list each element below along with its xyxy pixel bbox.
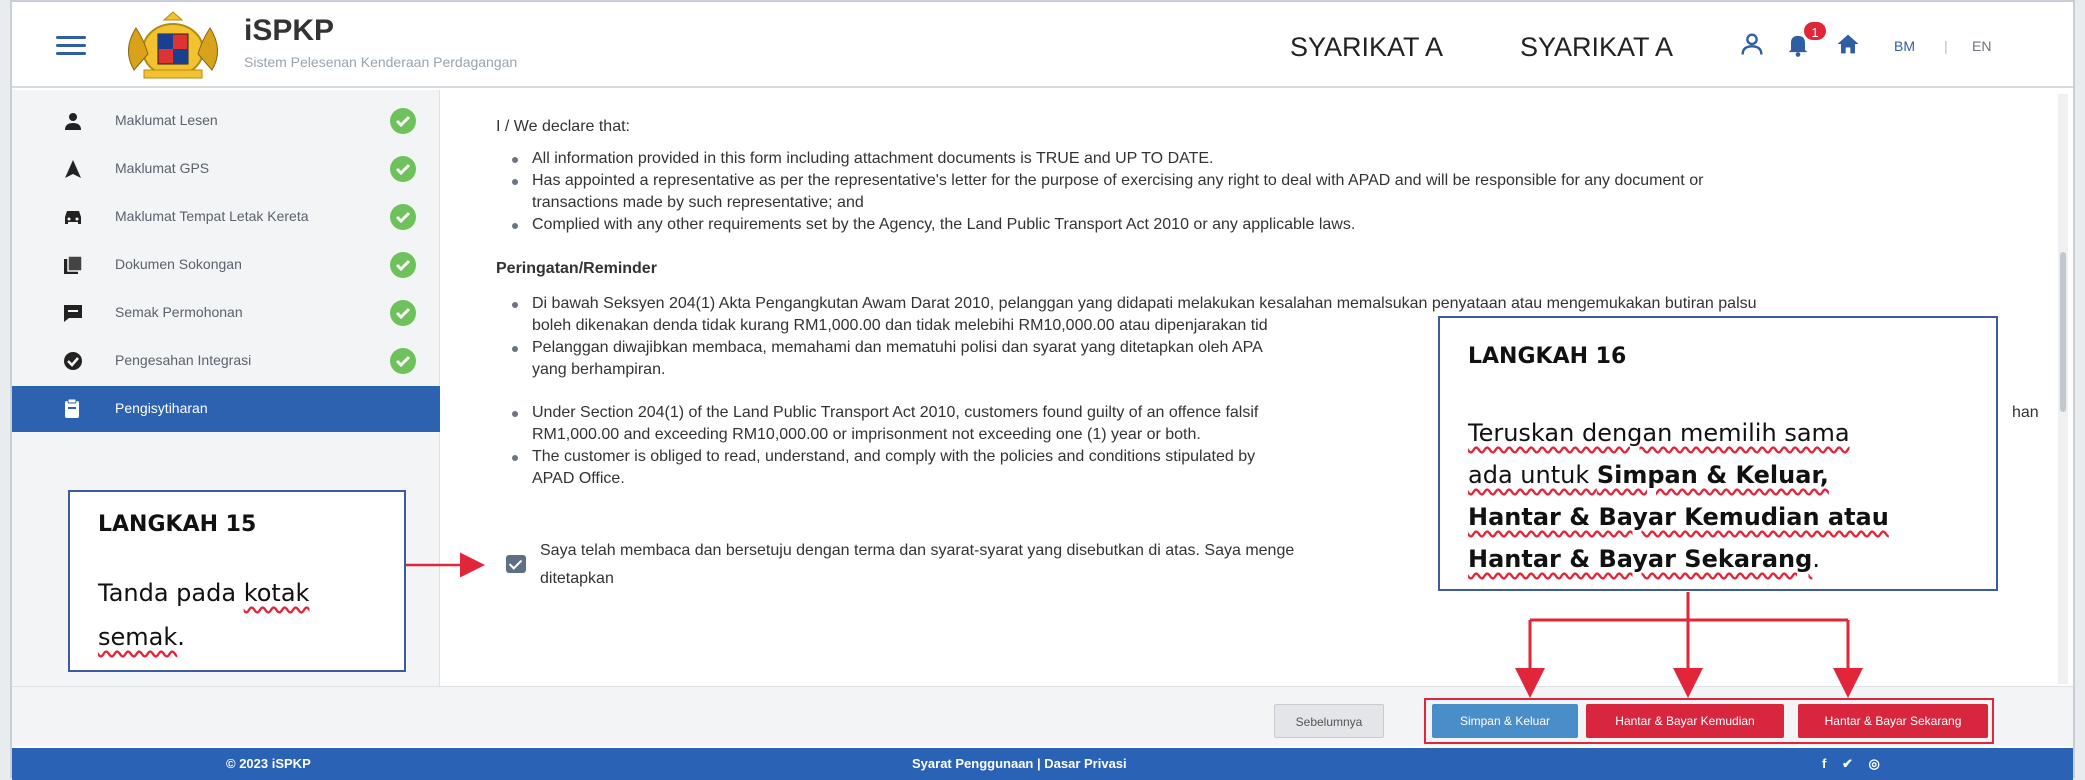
notification-badge: 1	[1802, 20, 1828, 42]
declare-item: Complied with any other requirements set…	[532, 216, 1356, 233]
sidebar-item-label: Pengesahan Integrasi	[115, 352, 252, 368]
home-icon[interactable]	[1834, 30, 1862, 58]
sidebar-item-label: Maklumat Lesen	[115, 112, 218, 128]
lang-separator: |	[1944, 38, 1948, 54]
callout-line: Hantar & Bayar Kemudian atau	[1468, 496, 1889, 538]
callout-body-continued: semak.	[98, 616, 185, 658]
sidebar-item-label: Dokumen Sokongan	[115, 256, 242, 272]
sidebar-item-semak-permohonan[interactable]: Semak Permohonan	[12, 290, 440, 336]
sidebar-item-label: Pengisytiharan	[115, 400, 208, 416]
callout-text-underlined: kotak	[243, 579, 310, 607]
check-circle-icon	[390, 108, 416, 134]
agree-label-continued: ditetapkan	[540, 570, 614, 587]
sidebar-item-label: Maklumat GPS	[115, 160, 210, 176]
company-name-secondary[interactable]: SYARIKAT A	[1520, 32, 1673, 63]
bullet-icon	[512, 157, 518, 163]
scrollbar-thumb[interactable]	[2060, 252, 2066, 412]
agree-checkbox[interactable]	[506, 555, 526, 573]
save-exit-button[interactable]: Simpan & Keluar	[1432, 704, 1578, 738]
reminder-item: Under Section 204(1) of the Land Public …	[532, 404, 1259, 421]
sidebar-item-pengisytiharan[interactable]: Pengisytiharan	[12, 386, 440, 432]
sidebar-item-label: Semak Permohonan	[115, 304, 243, 320]
footer: © 2023 iSPKP Syarat Penggunaan | Dasar P…	[12, 748, 2073, 780]
navigation-icon	[65, 160, 81, 178]
top-header: iSPKP Sistem Pelesenan Kenderaan Perdaga…	[12, 2, 2073, 88]
reminder-item-continued: RM1,000.00 and exceeding RM10,000.00 or …	[532, 426, 1201, 443]
document-icon	[64, 255, 83, 274]
callout-line: Hantar & Bayar Sekarang.	[1468, 538, 1820, 580]
previous-button[interactable]: Sebelumnya	[1274, 704, 1384, 738]
bullet-icon	[512, 346, 518, 352]
declare-item-continued: transactions made by such representative…	[532, 194, 864, 211]
verified-icon	[64, 352, 82, 370]
reminder-item-continued: yang berhampiran.	[532, 361, 666, 378]
sidebar-item-pengesahan-integrasi[interactable]: Pengesahan Integrasi	[12, 338, 440, 384]
step-15-callout: LANGKAH 15 Tanda pada kotak semak.	[68, 490, 406, 672]
reminder-item-continued: APAD Office.	[532, 470, 625, 487]
check-circle-icon	[390, 300, 416, 326]
callout-text-underlined: ada untuk	[1468, 461, 1597, 489]
company-name: SYARIKAT A	[1290, 32, 1444, 62]
reminder-item: The customer is obliged to read, underst…	[532, 448, 1256, 465]
social-icons[interactable]: f ✔ ◎	[1822, 756, 1886, 772]
callout-line: Teruskan dengan memilih sama	[1468, 412, 1850, 454]
callout-text: .	[177, 623, 185, 651]
callout-title: LANGKAH 15	[98, 512, 257, 537]
declaration-icon	[65, 398, 79, 418]
reminder-heading: Peringatan/Reminder	[496, 260, 657, 277]
check-circle-icon	[390, 156, 416, 182]
step-16-callout: LANGKAH 16 Teruskan dengan memilih sama …	[1438, 316, 1998, 591]
lang-en-link[interactable]: EN	[1972, 38, 1991, 54]
terms-link[interactable]: Syarat Penggunaan	[912, 756, 1033, 771]
bullet-icon	[512, 223, 518, 229]
reminder-item-continued: boleh dikenakan denda tidak kurang RM1,0…	[532, 317, 1268, 334]
agree-label: Saya telah membaca dan bersetuju dengan …	[540, 542, 1295, 559]
app-title: iSPKP	[244, 14, 335, 47]
callout-text-underlined: Teruskan dengan memilih sama	[1468, 419, 1850, 447]
bullet-icon	[512, 455, 518, 461]
sidebar-item-dokumen-sokongan[interactable]: Dokumen Sokongan	[12, 242, 440, 288]
sidebar-item-maklumat-gps[interactable]: Maklumat GPS	[12, 146, 440, 192]
callout-text-bold: Simpan & Keluar,	[1596, 461, 1829, 489]
lang-bm-link[interactable]: BM	[1894, 38, 1915, 54]
reminder-item: Di bawah Seksyen 204(1) Akta Pengangkuta…	[532, 295, 1757, 312]
app-subtitle: Sistem Pelesenan Kenderaan Perdagangan	[244, 54, 518, 70]
footer-link-separator: |	[1033, 756, 1045, 771]
callout-text: Tanda pada	[98, 579, 244, 607]
callout-text-underlined: semak	[98, 623, 178, 651]
comment-icon	[64, 305, 82, 322]
footer-links: Syarat Penggunaan | Dasar Privasi	[912, 756, 1127, 771]
user-icon[interactable]	[1738, 30, 1766, 58]
declare-item: All information provided in this form in…	[532, 150, 1214, 167]
declare-intro: I / We declare that:	[496, 118, 630, 135]
callout-text-bold: Hantar & Bayar Sekarang	[1468, 545, 1813, 573]
app-window: iSPKP Sistem Pelesenan Kenderaan Perdaga…	[10, 0, 2075, 780]
menu-icon[interactable]	[56, 36, 86, 56]
declare-item: Has appointed a representative as per th…	[532, 172, 1704, 189]
check-circle-icon	[390, 204, 416, 230]
submit-pay-later-button[interactable]: Hantar & Bayar Kemudian	[1586, 704, 1784, 738]
submit-pay-now-button[interactable]: Hantar & Bayar Sekarang	[1798, 704, 1988, 738]
callout-line: ada untuk Simpan & Keluar,	[1468, 454, 1829, 496]
sidebar-item-tempat-letak-kereta[interactable]: Maklumat Tempat Letak Kereta	[12, 194, 440, 240]
reminder-item-overflow: han	[2012, 404, 2039, 421]
check-circle-icon	[390, 252, 416, 278]
check-circle-icon	[390, 348, 416, 374]
callout-text-bold: Hantar & Bayar Kemudian atau	[1468, 503, 1889, 531]
callout-body: Tanda pada kotak	[98, 572, 309, 614]
callout-text: .	[1812, 545, 1820, 573]
person-icon	[65, 113, 81, 130]
reminder-item: Pelanggan diwajibkan membaca, memahami d…	[532, 339, 1263, 356]
sidebar-item-maklumat-lesen[interactable]: Maklumat Lesen	[12, 98, 440, 144]
footer-copyright: © 2023 iSPKP	[226, 756, 311, 771]
coat-of-arms-logo	[128, 11, 218, 79]
privacy-link[interactable]: Dasar Privasi	[1044, 756, 1126, 771]
car-icon	[65, 211, 81, 224]
bullet-icon	[512, 411, 518, 417]
bullet-icon	[512, 302, 518, 308]
sidebar-item-label: Maklumat Tempat Letak Kereta	[115, 208, 309, 224]
callout-title: LANGKAH 16	[1468, 344, 1627, 369]
bullet-icon	[512, 179, 518, 185]
